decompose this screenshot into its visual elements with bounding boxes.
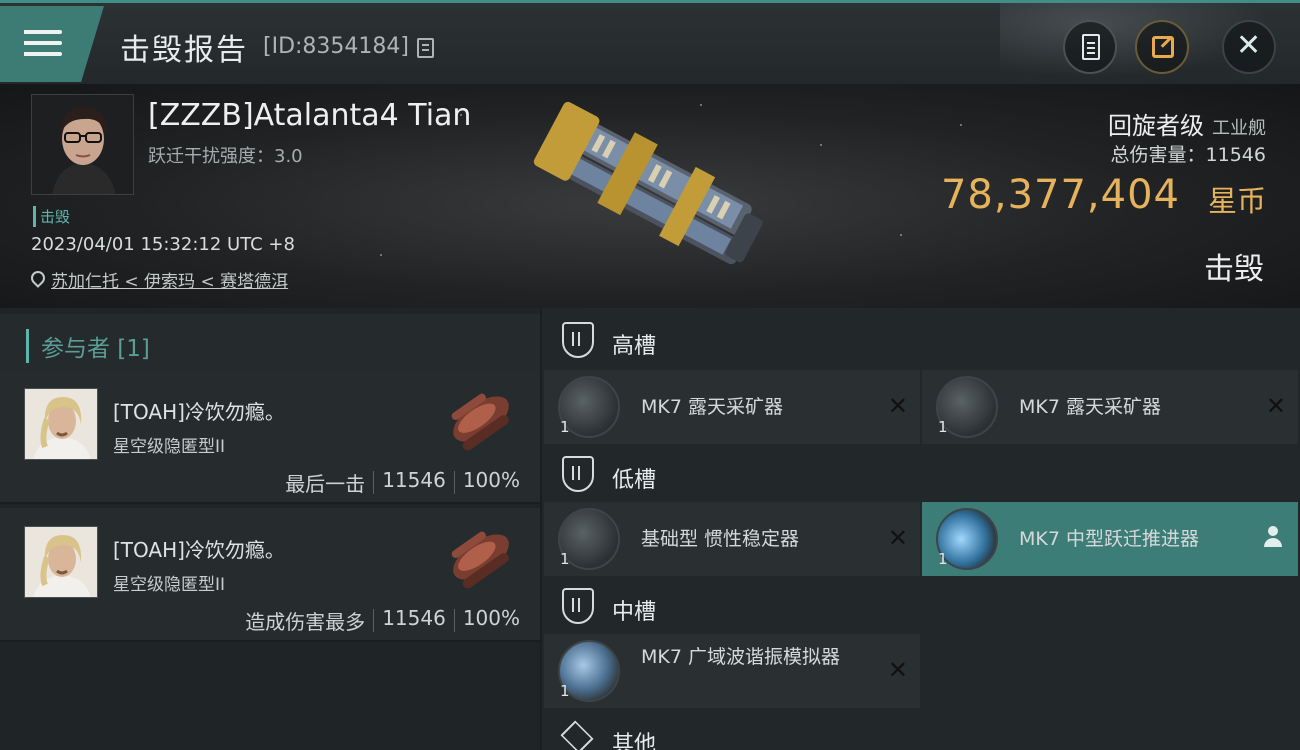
module-name: MK7 中型跃迁推进器 <box>1019 528 1199 550</box>
participants-header: 参与者 [1] <box>0 314 540 372</box>
attacker-role: 最后一击 <box>285 472 366 496</box>
attacker-name[interactable]: [TOAH]冷饮勿瘾。 <box>113 534 285 563</box>
module-item[interactable]: 1 MK7 广域波谐振模拟器 ✕ <box>544 634 920 708</box>
x-icon: ✕ <box>1265 392 1286 420</box>
copy-icon[interactable] <box>417 38 434 58</box>
module-name: MK7 广域波谐振模拟器 <box>641 646 840 668</box>
attacker-row[interactable]: [TOAH]冷饮勿瘾。 星空级隐匿型II 最后一击 11546 100% <box>0 370 540 504</box>
module-qty: 1 <box>938 418 948 436</box>
attacker-stats: 造成伤害最多 11546 100% <box>237 606 528 635</box>
report-id: [ID:8354184] <box>263 34 409 59</box>
pilot-portrait-icon <box>32 95 133 194</box>
isk-value: 78,377,404 <box>940 172 1180 218</box>
close-icon: ✕ <box>1236 28 1262 63</box>
slot-title: 其他 <box>612 732 657 750</box>
pin-icon <box>31 271 45 289</box>
module-qty: 1 <box>560 682 570 700</box>
attacker-name[interactable]: [TOAH]冷饮勿瘾。 <box>113 396 285 425</box>
victim-name[interactable]: [ZZZB]Atalanta4 Tian <box>148 98 471 133</box>
page-title: 击毁报告 <box>120 33 248 68</box>
ship-type: 工业舰 <box>1212 118 1266 139</box>
low-slot-header: 低槽 <box>542 442 1300 504</box>
fitting-panel: 高槽 1 MK7 露天采矿器 ✕ 1 MK7 露天采矿器 ✕ 低槽 1 基础型 … <box>542 308 1300 750</box>
slot-title: 中槽 <box>612 600 657 625</box>
victim-banner: [ZZZB]Atalanta4 Tian 跃迁干扰强度：3.0 击毁 2023/… <box>0 84 1300 308</box>
header-bar: 击毁报告 [ID:8354184] ✕ <box>0 0 1300 87</box>
cube-icon <box>560 720 594 750</box>
module-item-dropped[interactable]: 1 MK7 中型跃迁推进器 <box>922 502 1298 576</box>
kill-timestamp: 2023/04/01 15:32:12 UTC +8 <box>31 234 295 255</box>
victim-ship-image[interactable] <box>520 94 780 284</box>
clipboard-icon <box>1082 34 1100 60</box>
slot-title: 高槽 <box>612 334 657 359</box>
status-badge: 击毁 <box>33 206 70 227</box>
location-link[interactable]: 苏加仁托 < 伊索玛 < 赛塔德洱 <box>51 267 288 292</box>
attacker-percent: 100% <box>462 468 520 492</box>
isk-unit: 星币 <box>1207 184 1266 218</box>
warp-disruption: 跃迁干扰强度：3.0 <box>148 146 303 167</box>
x-icon: ✕ <box>887 524 908 552</box>
share-icon <box>1152 36 1174 58</box>
slot-title: 低槽 <box>612 468 657 493</box>
shield-icon <box>562 322 594 358</box>
x-icon: ✕ <box>887 392 908 420</box>
pilot-portrait-icon <box>25 389 97 459</box>
total-damage: 总伤害量：11546 <box>1110 144 1266 166</box>
module-item[interactable]: 1 MK7 露天采矿器 ✕ <box>922 370 1298 444</box>
attacker-ship: 星空级隐匿型II <box>113 575 226 595</box>
attacker-damage: 11546 <box>382 468 446 492</box>
module-qty: 1 <box>560 418 570 436</box>
module-item[interactable]: 1 MK7 露天采矿器 ✕ <box>544 370 920 444</box>
module-qty: 1 <box>560 550 570 568</box>
shield-icon <box>562 456 594 492</box>
high-slot-header: 高槽 <box>542 308 1300 370</box>
mid-slot-header: 中槽 <box>542 574 1300 636</box>
close-button[interactable]: ✕ <box>1222 20 1276 74</box>
module-qty: 1 <box>938 550 948 568</box>
avatar[interactable] <box>24 526 98 598</box>
attacker-stats: 最后一击 11546 100% <box>277 468 528 497</box>
attacker-row[interactable]: [TOAH]冷饮勿瘾。 星空级隐匿型II 造成伤害最多 11546 100% <box>0 508 540 642</box>
attacker-ship: 星空级隐匿型II <box>113 437 226 457</box>
user-icon <box>1264 526 1282 548</box>
notes-button[interactable] <box>1063 20 1117 74</box>
participants-panel: 参与者 [1] [TOAH]冷饮勿瘾。 星空级隐匿型II 最后一击 11546 … <box>0 308 540 750</box>
avatar[interactable] <box>24 388 98 460</box>
module-name: MK7 露天采矿器 <box>1019 396 1161 418</box>
module-name: 基础型 惯性稳定器 <box>641 528 800 550</box>
x-icon: ✕ <box>887 656 908 684</box>
attacker-ship-icon[interactable] <box>438 376 524 462</box>
attacker-damage: 11546 <box>382 606 446 630</box>
module-item[interactable]: 1 基础型 惯性稳定器 ✕ <box>544 502 920 576</box>
attacker-percent: 100% <box>462 606 520 630</box>
kill-location[interactable]: 苏加仁托 < 伊索玛 < 赛塔德洱 <box>31 267 288 292</box>
destroyed-label: 击毁 <box>1204 252 1264 287</box>
attacker-ship-icon[interactable] <box>438 514 524 600</box>
ship-class: 回旋者级 工业舰 <box>1108 106 1266 141</box>
attacker-role: 造成伤害最多 <box>245 610 366 634</box>
share-button[interactable] <box>1135 20 1189 74</box>
module-name: MK7 露天采矿器 <box>641 396 783 418</box>
ship-name[interactable]: 回旋者级 <box>1108 112 1204 140</box>
victim-portrait[interactable] <box>31 94 134 195</box>
pilot-portrait-icon <box>25 527 97 597</box>
menu-button[interactable] <box>0 6 104 82</box>
other-slot-header: 其他 <box>542 706 1300 750</box>
shield-icon <box>562 588 594 624</box>
participants-title: 参与者 [1] <box>26 329 150 363</box>
